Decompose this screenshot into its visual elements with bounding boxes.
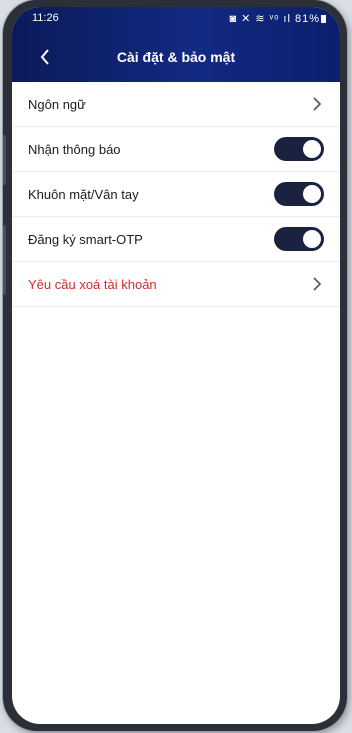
phone-frame: 11:26 ◙ ✕ ≋ ᵛᵒ ıl 81% Cài đặt & bảo mật … [3, 0, 347, 731]
chevron-right-icon [313, 97, 322, 111]
status-icons: ◙ ✕ ≋ ᵛᵒ ıl 81% [229, 12, 326, 25]
settings-item-smart-otp: Đăng ký smart-OTP [12, 217, 340, 262]
settings-item-delete-account[interactable]: Yêu cầu xoá tài khoản [12, 262, 340, 307]
volume-button [3, 135, 6, 185]
header-bar: 11:26 ◙ ✕ ≋ ᵛᵒ ıl 81% Cài đặt & bảo mật [12, 7, 340, 82]
settings-item-language[interactable]: Ngôn ngữ [12, 82, 340, 127]
power-button [3, 225, 6, 295]
toggle-knob [303, 230, 321, 248]
settings-item-biometrics: Khuôn mặt/Vân tay [12, 172, 340, 217]
settings-item-label: Nhận thông báo [28, 141, 121, 157]
biometrics-toggle[interactable] [274, 182, 324, 206]
app-screen: 11:26 ◙ ✕ ≋ ᵛᵒ ıl 81% Cài đặt & bảo mật … [12, 7, 340, 724]
toggle-knob [303, 140, 321, 158]
status-time: 11:26 [32, 12, 59, 24]
settings-item-label: Yêu cầu xoá tài khoản [28, 276, 157, 292]
notifications-toggle[interactable] [274, 137, 324, 161]
settings-item-label: Khuôn mặt/Vân tay [28, 186, 139, 202]
chevron-right-icon [313, 277, 322, 291]
smart-otp-toggle[interactable] [274, 227, 324, 251]
settings-item-notifications: Nhận thông báo [12, 127, 340, 172]
settings-list: Ngôn ngữ Nhận thông báo Khuôn mặt/Vân ta… [12, 82, 340, 307]
page-title: Cài đặt & bảo mật [116, 49, 236, 65]
status-icons-text: ◙ ✕ ≋ ᵛᵒ ıl 81% [229, 13, 320, 25]
status-bar: 11:26 ◙ ✕ ≋ ᵛᵒ ıl 81% [12, 9, 340, 29]
toggle-knob [303, 185, 321, 203]
settings-item-label: Đăng ký smart-OTP [28, 231, 143, 247]
battery-icon [321, 15, 326, 23]
settings-item-label: Ngôn ngữ [28, 96, 86, 112]
